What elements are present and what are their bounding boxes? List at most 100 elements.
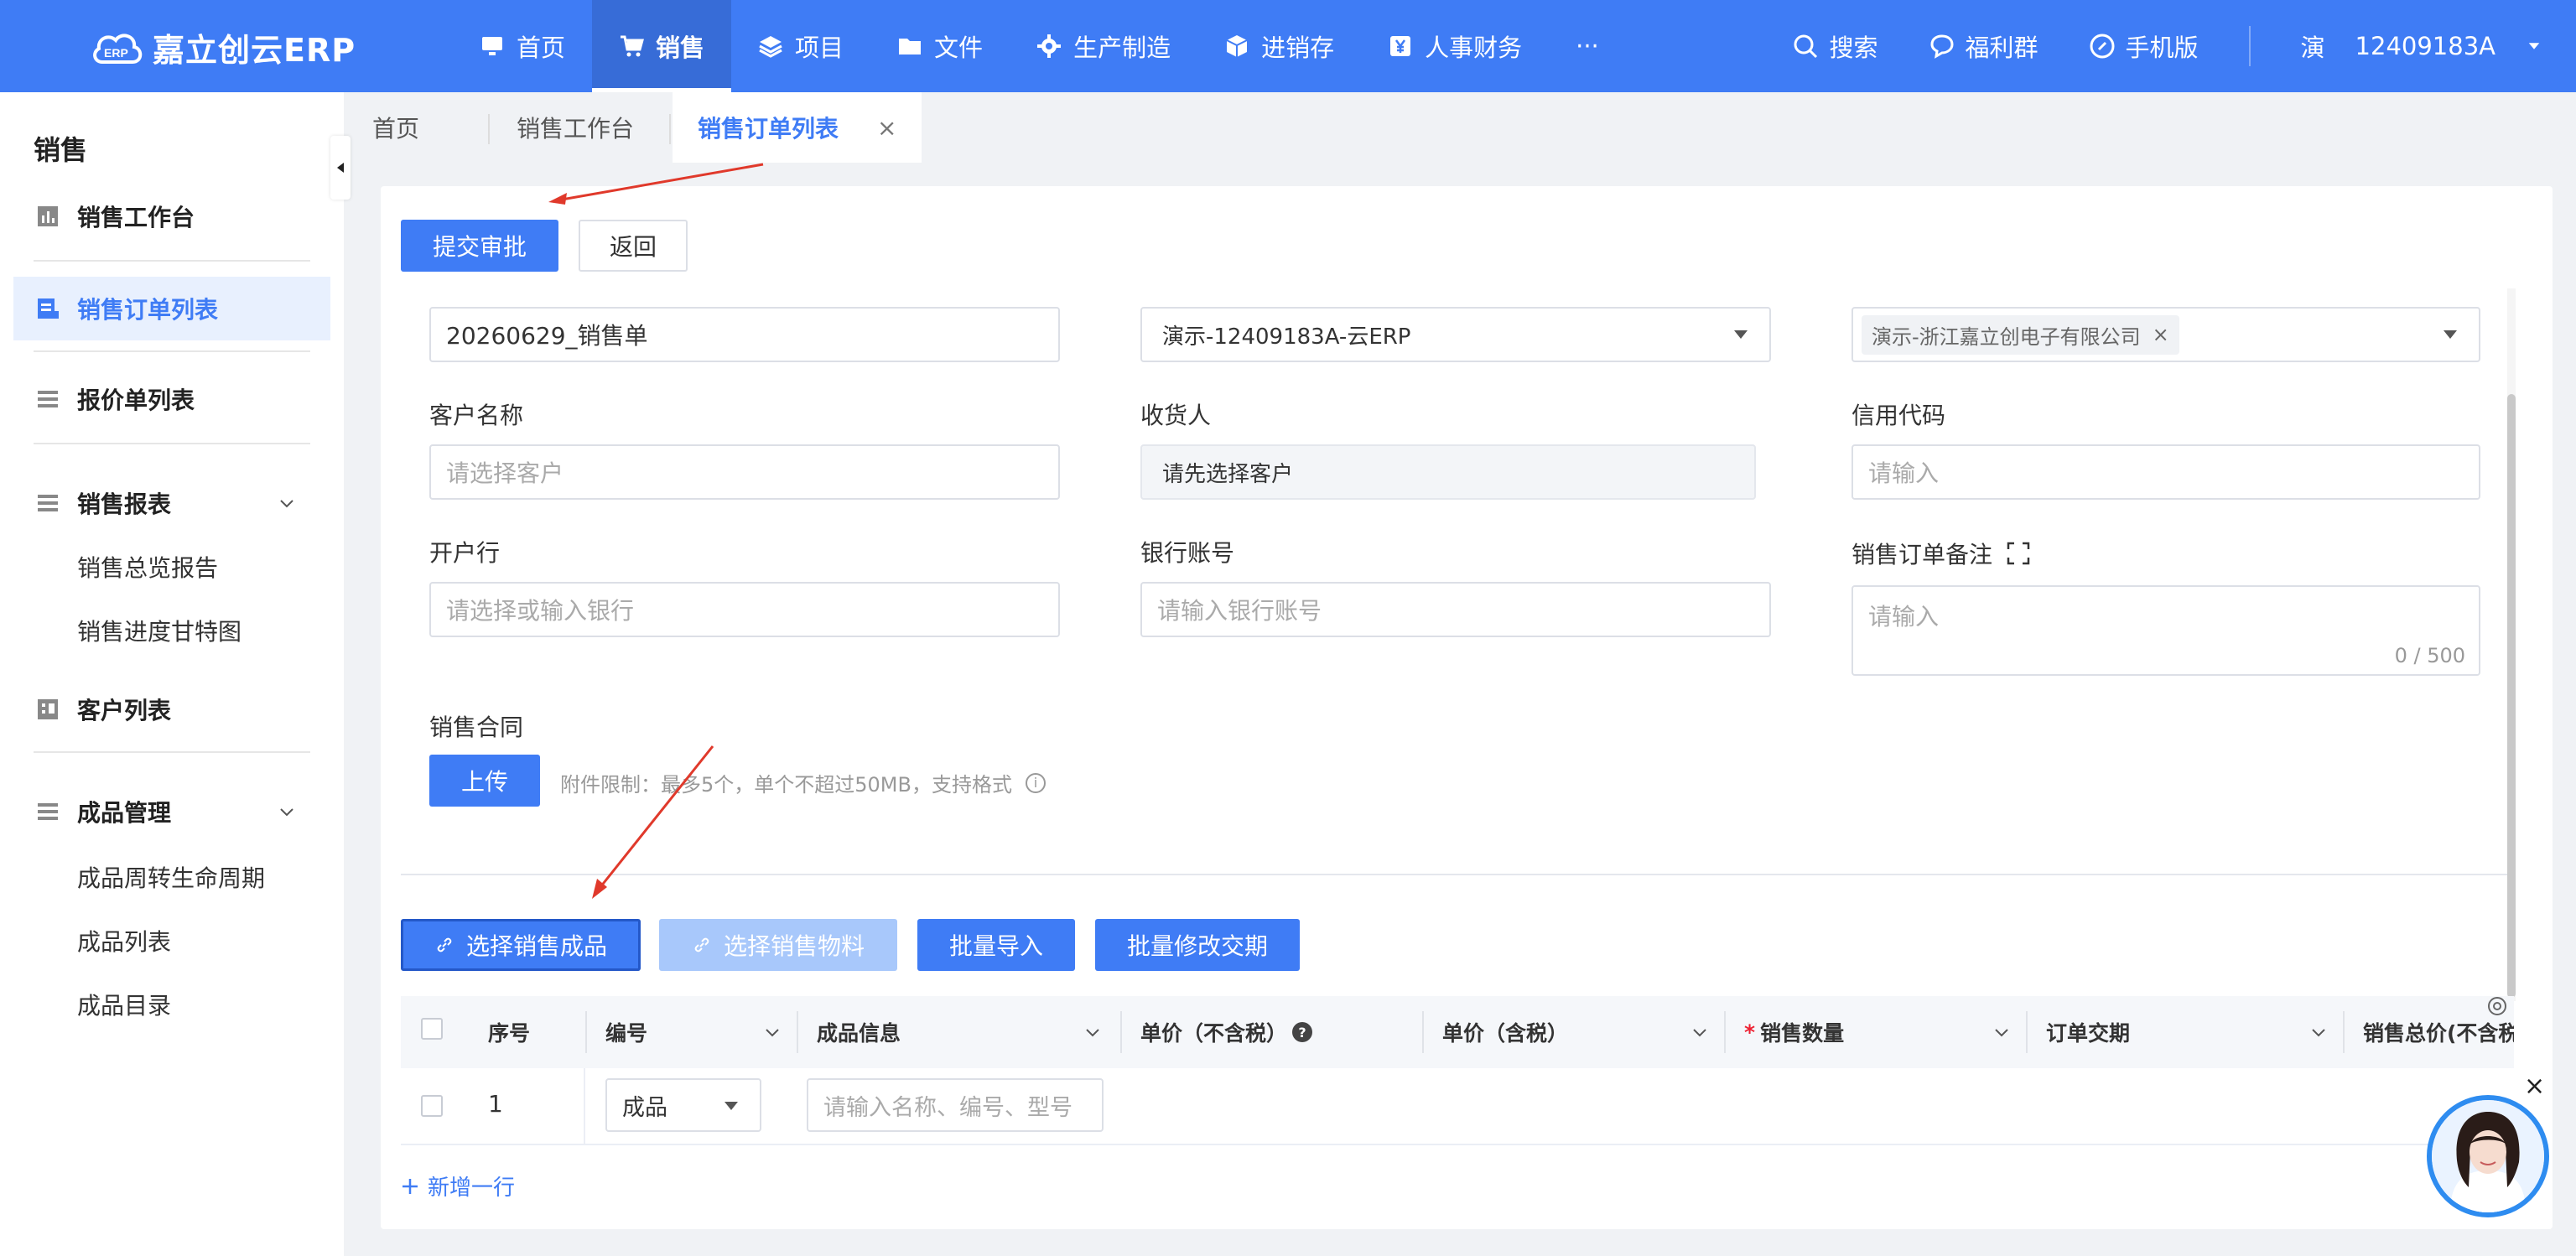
bank-select[interactable]: 请选择或输入银行 xyxy=(429,582,1060,637)
welfare-group-button[interactable]: 福利群 xyxy=(1929,29,2038,64)
bank-placeholder: 请选择或输入银行 xyxy=(446,597,635,625)
page-tabs: 首页 销售工作台 销售订单列表 × xyxy=(352,92,2576,163)
submit-approval-label: 提交审批 xyxy=(432,233,527,261)
caret-down-icon xyxy=(2444,330,2457,339)
remark-placeholder: 请输入 xyxy=(1868,603,1940,631)
submit-approval-button[interactable]: 提交审批 xyxy=(401,220,558,272)
batch-import-button[interactable]: 批量导入 xyxy=(917,919,1075,971)
sidebar-sub-product-lifecycle[interactable]: 成品周转生命周期 xyxy=(77,860,265,894)
sidebar-sub-product-list[interactable]: 成品列表 xyxy=(77,924,171,958)
assistant-avatar[interactable] xyxy=(2427,1095,2549,1217)
organization-select[interactable]: 演示-浙江嘉立创电子有限公司 × xyxy=(1852,307,2480,362)
tab-divider xyxy=(669,114,671,144)
user-menu[interactable]: 演 12409183A xyxy=(2301,29,2542,64)
nav-more[interactable]: ··· xyxy=(1549,0,1626,92)
tag-close-icon[interactable]: × xyxy=(2153,323,2169,346)
customer-placeholder: 请选择客户 xyxy=(446,459,564,487)
nav-sales[interactable]: 销售 xyxy=(592,0,732,92)
nav-hr-finance[interactable]: 人事财务 xyxy=(1361,0,1549,92)
contract-label: 销售合同 xyxy=(429,714,524,741)
row-code-value: 成品 xyxy=(622,1094,667,1121)
sidebar-divider xyxy=(34,260,310,262)
sidebar-collapse-handle[interactable] xyxy=(330,136,351,200)
customer-icon xyxy=(38,699,58,719)
customer-select[interactable]: 请选择客户 xyxy=(429,444,1060,500)
col-header-quantity[interactable]: * 销售数量 xyxy=(1726,996,2026,1068)
tab-sales-orders[interactable]: 销售订单列表 × xyxy=(673,92,922,163)
row-product-info-input[interactable]: 请输入名称、编号、型号 xyxy=(807,1078,1104,1132)
upload-button[interactable]: 上传 xyxy=(429,755,540,807)
bank-account-label: 银行账号 xyxy=(1140,539,1235,567)
nav-hr-finance-label: 人事财务 xyxy=(1425,34,1523,62)
add-row-button[interactable]: 新增一行 xyxy=(401,1170,515,1202)
help-icon-mark: ? xyxy=(1298,1024,1306,1041)
sidebar-sub-product-catalog[interactable]: 成品目录 xyxy=(77,988,171,1021)
sidebar-item-sales-workbench[interactable]: 销售工作台 xyxy=(13,184,330,248)
upload-hint: 附件限制：最多5个，单个不超过50MB，支持格式 i xyxy=(560,768,1046,797)
remark-textarea[interactable]: 请输入 0 / 500 xyxy=(1852,585,2480,676)
caret-left-icon xyxy=(337,163,344,173)
nav-manufacturing[interactable]: 生产制造 xyxy=(1010,0,1197,92)
form-scrollbar-thumb[interactable] xyxy=(2507,394,2516,998)
chevron-down-icon xyxy=(1995,1029,2008,1037)
app-logo[interactable]: ERP 嘉立创云ERP xyxy=(91,23,356,70)
cloud-logo-icon: ERP xyxy=(91,29,144,65)
sidebar-item-label: 客户列表 xyxy=(77,697,172,724)
col-header-label: 订单交期 xyxy=(2046,1021,2131,1046)
row-code-select[interactable]: 成品 xyxy=(605,1078,761,1132)
sidebar-divider xyxy=(34,443,310,444)
tab-home-label: 首页 xyxy=(372,115,420,143)
nav-project[interactable]: 项目 xyxy=(731,0,870,92)
tab-close-icon[interactable]: × xyxy=(877,114,896,142)
sidebar-item-customers[interactable]: 客户列表 xyxy=(13,677,330,741)
sidebar-item-product-management[interactable]: 成品管理 xyxy=(13,780,330,843)
row-checkbox[interactable] xyxy=(421,1095,443,1117)
col-header-delivery-date[interactable]: 订单交期 xyxy=(2028,996,2343,1068)
sidebar-divider xyxy=(34,350,310,352)
assistant-close-icon[interactable]: × xyxy=(2524,1072,2545,1101)
customer-label: 客户名称 xyxy=(429,402,524,429)
sidebar-item-sales-orders[interactable]: 销售订单列表 xyxy=(13,277,330,340)
credit-code-input[interactable]: 请输入 xyxy=(1852,444,2480,500)
search-button[interactable]: 搜索 xyxy=(1792,29,1878,64)
account-name: 12409183A xyxy=(2355,32,2496,60)
col-header-price-incl-tax[interactable]: 单价（含税） xyxy=(1424,996,1724,1068)
select-sales-material-label: 选择销售物料 xyxy=(723,932,865,960)
remark-label: 销售订单备注 xyxy=(1852,541,1993,568)
info-icon[interactable]: i xyxy=(1025,772,1046,793)
sidebar-sub-sales-overview[interactable]: 销售总览报告 xyxy=(77,550,218,584)
help-icon[interactable]: ? xyxy=(1292,1022,1313,1042)
company-select[interactable]: 演示-12409183A-云ERP xyxy=(1140,307,1771,362)
column-settings-icon[interactable] xyxy=(2485,994,2509,1018)
yen-icon xyxy=(1390,36,1411,56)
sidebar-item-label: 报价单列表 xyxy=(77,387,195,414)
batch-edit-delivery-button[interactable]: 批量修改交期 xyxy=(1095,919,1300,971)
fullscreen-icon[interactable] xyxy=(2006,541,2031,566)
nav-inventory[interactable]: 进销存 xyxy=(1197,0,1361,92)
cart-icon xyxy=(621,35,644,57)
bank-account-input[interactable]: 请输入银行账号 xyxy=(1140,582,1771,637)
tab-home[interactable]: 首页 xyxy=(372,92,419,163)
col-header-product-info[interactable]: 成品信息 xyxy=(798,996,1117,1068)
back-button[interactable]: 返回 xyxy=(579,220,688,272)
select-sales-product-button[interactable]: 选择销售成品 xyxy=(401,919,641,971)
sidebar-item-quotes[interactable]: 报价单列表 xyxy=(13,367,330,431)
chevron-down-icon xyxy=(280,500,293,508)
table-header: 序号 编号 成品信息 单价（不含税） ? 单价（含税） * 销售数量 订单交期 … xyxy=(401,996,2514,1068)
sidebar-sub-sales-gantt[interactable]: 销售进度甘特图 xyxy=(77,614,242,647)
select-sales-material-button[interactable]: 选择销售物料 xyxy=(659,919,897,971)
order-name-input[interactable]: 20260629_销售单 xyxy=(429,307,1060,362)
col-header-code[interactable]: 编号 xyxy=(587,996,797,1068)
tab-sales-workbench[interactable]: 销售工作台 xyxy=(517,92,634,163)
nav-home[interactable]: 首页 xyxy=(453,0,592,92)
mobile-version-button[interactable]: 手机版 xyxy=(2089,29,2199,64)
upload-hint-text: 附件限制：最多5个，单个不超过50MB，支持格式 xyxy=(560,773,1012,797)
nav-files[interactable]: 文件 xyxy=(870,0,1010,92)
sidebar-item-sales-report[interactable]: 销售报表 xyxy=(13,471,330,535)
sidebar-item-label: 销售工作台 xyxy=(77,204,195,231)
nav-home-label: 首页 xyxy=(517,34,566,62)
chevron-down-icon xyxy=(1086,1029,1099,1037)
select-all-checkbox[interactable] xyxy=(421,1018,443,1040)
sidebar-item-label: 销售订单列表 xyxy=(77,296,219,324)
sidebar-title: 销售 xyxy=(34,134,88,166)
